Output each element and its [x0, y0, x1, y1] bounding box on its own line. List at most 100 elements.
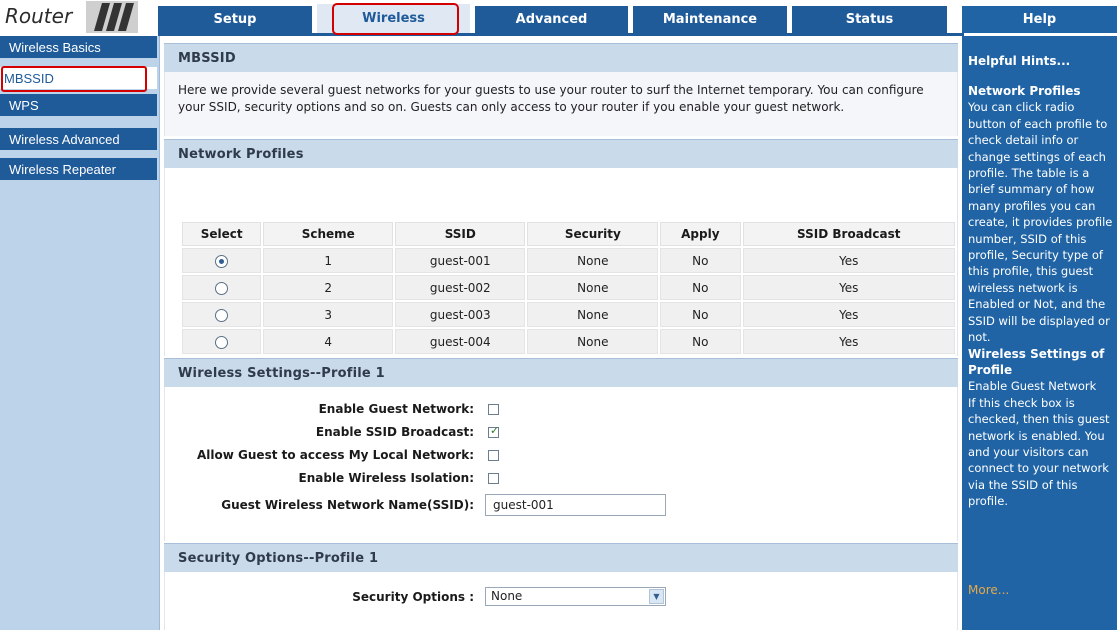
main-content: MBSSID Here we provide several guest net…	[164, 38, 958, 630]
mbssid-description: Here we provide several guest networks f…	[178, 83, 924, 114]
enable-guest-network-label: Enable Guest Network:	[318, 402, 474, 416]
sidebar-item-wireless-basics[interactable]: Wireless Basics	[0, 36, 157, 59]
sidebar-item-wps[interactable]: WPS	[0, 94, 157, 117]
profile-1-radio[interactable]	[215, 254, 229, 268]
column-header-ssid-broadcast: SSID Broadcast	[742, 222, 955, 246]
mbssid-body: Here we provide several guest networks f…	[164, 72, 958, 136]
ssid-cell: guest-003	[395, 302, 526, 327]
select-cell	[182, 275, 262, 300]
wireless-settings-panel: Wireless Settings--Profile 1 Enable Gues…	[164, 358, 958, 541]
wireless-settings-title: Wireless Settings--Profile 1	[164, 358, 958, 387]
allow-local-access-checkbox[interactable]	[488, 450, 499, 461]
tab-maintenance[interactable]: Maintenance	[633, 6, 787, 33]
tab-setup[interactable]: Setup	[158, 6, 312, 33]
allow-local-access-row: Allow Guest to access My Local Network:	[165, 444, 959, 467]
security-cell: None	[527, 248, 659, 273]
sidebar: Wireless Basics MBSSID WPS Wireless Adva…	[0, 36, 160, 630]
wireless-isolation-checkbox[interactable]	[488, 473, 499, 484]
apply-cell: No	[660, 275, 741, 300]
security-options-value: None	[491, 589, 523, 603]
network-profiles-panel: Network Profiles Select Scheme SSID Secu…	[164, 139, 958, 356]
profile-2-radio[interactable]	[215, 281, 229, 295]
column-header-ssid: SSID	[395, 222, 526, 246]
help-body: Network Profiles You can click radio but…	[968, 83, 1114, 510]
scheme-cell: 1	[263, 248, 394, 273]
tab-status[interactable]: Status	[792, 6, 947, 33]
enable-ssid-broadcast-checkbox[interactable]: ✓	[488, 424, 500, 438]
tab-advanced[interactable]: Advanced	[475, 6, 628, 33]
logo-text: Router	[5, 4, 73, 28]
apply-cell: No	[660, 329, 741, 354]
scheme-cell: 4	[263, 329, 394, 354]
scheme-cell: 2	[263, 275, 394, 300]
tab-wireless[interactable]: Wireless	[317, 4, 470, 34]
security-options-select[interactable]: None ▼	[485, 587, 666, 606]
profile-4-radio[interactable]	[215, 335, 229, 349]
wireless-isolation-row: Enable Wireless Isolation:	[165, 467, 959, 490]
nav-baseline	[158, 33, 964, 36]
router-logo: Router	[0, 0, 158, 35]
select-cell	[182, 302, 262, 327]
security-cell: None	[527, 329, 659, 354]
security-options-row: Security Options : None ▼	[165, 586, 959, 609]
sidebar-item-wireless-repeater[interactable]: Wireless Repeater	[0, 158, 157, 181]
column-header-scheme: Scheme	[263, 222, 394, 246]
enable-ssid-broadcast-row: Enable SSID Broadcast: ✓	[165, 421, 959, 444]
column-header-apply: Apply	[660, 222, 741, 246]
help-wireless-settings-heading: Wireless Settings of Profile	[968, 346, 1105, 377]
enable-guest-network-row: Enable Guest Network:	[165, 398, 959, 421]
tab-help[interactable]: Help	[962, 6, 1117, 33]
security-options-title: Security Options--Profile 1	[164, 543, 958, 572]
logo-slashes-graphic	[86, 1, 146, 33]
guest-ssid-label: Guest Wireless Network Name(SSID):	[221, 498, 474, 512]
help-enable-guest-network-subheading: Enable Guest Network	[968, 379, 1097, 394]
sidebar-item-mbssid[interactable]: MBSSID	[0, 67, 157, 90]
guest-ssid-row: Guest Wireless Network Name(SSID):	[165, 494, 959, 517]
security-options-panel: Security Options--Profile 1 Security Opt…	[164, 543, 958, 630]
select-cell	[182, 248, 262, 273]
security-cell: None	[527, 275, 659, 300]
help-panel: Helpful Hints... Network Profiles You ca…	[962, 36, 1117, 630]
security-options-label: Security Options :	[352, 590, 474, 604]
help-network-profiles-heading: Network Profiles	[968, 84, 1081, 98]
network-profiles-title: Network Profiles	[164, 139, 958, 168]
scheme-cell: 3	[263, 302, 394, 327]
guest-ssid-input[interactable]	[485, 494, 666, 516]
help-more-link[interactable]: More...	[968, 583, 1009, 597]
enable-guest-network-checkbox[interactable]	[488, 404, 499, 415]
help-title: Helpful Hints...	[968, 54, 1071, 68]
column-header-security: Security	[527, 222, 659, 246]
chevron-down-icon[interactable]: ▼	[649, 589, 664, 604]
mbssid-panel: MBSSID Here we provide several guest net…	[164, 43, 958, 136]
broadcast-cell: Yes	[742, 275, 955, 300]
apply-cell: No	[660, 248, 741, 273]
ssid-cell: guest-004	[395, 329, 526, 354]
wireless-settings-body: Enable Guest Network: Enable SSID Broadc…	[164, 387, 958, 541]
table-row: 2 guest-002 None No Yes	[182, 275, 955, 300]
top-navigation: Setup Wireless Advanced Maintenance Stat…	[158, 0, 1117, 35]
security-cell: None	[527, 302, 659, 327]
mbssid-title: MBSSID	[164, 43, 958, 72]
wireless-isolation-label: Enable Wireless Isolation:	[298, 471, 474, 485]
broadcast-cell: Yes	[742, 302, 955, 327]
allow-local-access-label: Allow Guest to access My Local Network:	[197, 448, 474, 462]
table-row: 3 guest-003 None No Yes	[182, 302, 955, 327]
ssid-cell: guest-001	[395, 248, 526, 273]
profiles-table: Select Scheme SSID Security Apply SSID B…	[180, 220, 957, 356]
enable-ssid-broadcast-label: Enable SSID Broadcast:	[315, 425, 474, 439]
apply-cell: No	[660, 302, 741, 327]
help-network-profiles-text: You can click radio button of each profi…	[968, 100, 1113, 345]
broadcast-cell: Yes	[742, 329, 955, 354]
network-profiles-body: Select Scheme SSID Security Apply SSID B…	[164, 168, 958, 356]
table-row: 4 guest-004 None No Yes	[182, 329, 955, 354]
help-enable-guest-network-text: If this check box is checked, then this …	[968, 395, 1110, 509]
profile-3-radio[interactable]	[215, 308, 229, 322]
checkmark-icon: ✓	[490, 424, 500, 437]
broadcast-cell: Yes	[742, 248, 955, 273]
profiles-header-row: Select Scheme SSID Security Apply SSID B…	[182, 222, 955, 246]
security-options-body: Security Options : None ▼	[164, 572, 958, 630]
column-header-select: Select	[182, 222, 262, 246]
sidebar-item-wireless-advanced[interactable]: Wireless Advanced	[0, 128, 157, 151]
table-row: 1 guest-001 None No Yes	[182, 248, 955, 273]
ssid-cell: guest-002	[395, 275, 526, 300]
